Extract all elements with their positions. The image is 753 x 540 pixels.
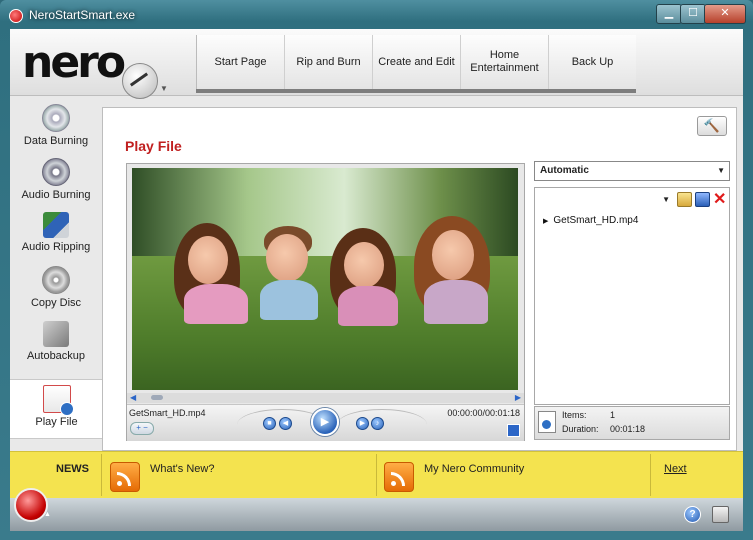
help-icon[interactable]: ? (684, 506, 701, 523)
play-indicator-icon: ▶ (543, 218, 549, 225)
sidebar-item-label: Copy Disc (30, 297, 82, 309)
items-label: Items: (562, 410, 587, 420)
stop-icon[interactable]: ■ (263, 417, 276, 430)
nav-home-entertainment[interactable]: Home Entertainment (460, 35, 548, 89)
output-mode-select[interactable]: Automatic ▼ (534, 161, 730, 181)
whats-new-link[interactable]: What's New? (150, 463, 214, 475)
sidebar-item-data-burning[interactable]: Data Burning (10, 99, 102, 153)
header: nero ▼ Start Page Rip and Burn Create an… (10, 29, 743, 99)
bottom-bar: ▲ ? (10, 488, 743, 531)
copy-disc-icon (42, 266, 70, 294)
news-divider (650, 454, 651, 496)
settings-computer-icon[interactable] (712, 506, 729, 523)
seek-thumb[interactable] (151, 395, 163, 400)
previous-icon[interactable]: ◀ (279, 417, 292, 430)
playlist-info: Items: 1 Duration: 00:01:18 (534, 406, 730, 440)
media-player: ◀ ▶ GetSmart_HD.mp4 00:00:00/00:01:18 + … (126, 163, 525, 441)
playlist-item-label: GetSmart_HD.mp4 (553, 215, 639, 226)
news-divider (101, 454, 102, 496)
page-title: Play File (125, 138, 182, 154)
sidebar-item-copy-disc[interactable]: Copy Disc (10, 261, 102, 315)
window-title: NeroStartSmart.exe (29, 8, 136, 22)
sidebar-item-label: Data Burning (23, 135, 89, 147)
play-file-icon (42, 385, 74, 416)
main-nav: Start Page Rip and Burn Create and Edit … (196, 35, 636, 93)
chevron-down-icon: ▼ (717, 166, 725, 175)
maximize-button[interactable]: ☐ (680, 4, 706, 24)
current-file-name: GetSmart_HD.mp4 (129, 408, 206, 418)
hammer-icon[interactable]: 🔨 (697, 116, 727, 136)
playlist-toolbar: ▼ ✕ (662, 192, 726, 208)
sidebar: Data Burning Audio Burning Audio Ripping… (10, 95, 103, 451)
playlist: ▼ ✕ ▶ GetSmart_HD.mp4 (534, 187, 730, 405)
playlist-item[interactable]: ▶ GetSmart_HD.mp4 (543, 215, 638, 226)
rss-icon[interactable] (384, 462, 414, 492)
autobackup-icon (43, 321, 69, 347)
sidebar-item-label: Audio Ripping (21, 241, 91, 253)
fullscreen-icon[interactable] (507, 424, 520, 437)
output-mode-value: Automatic (540, 165, 589, 176)
next-link[interactable]: Next (664, 463, 687, 475)
seek-forward-icon[interactable]: ▶ (515, 393, 521, 402)
sidebar-item-play-file[interactable]: Play File (10, 379, 103, 439)
nero-home-button[interactable] (14, 488, 48, 522)
sidebar-item-audio-burning[interactable]: Audio Burning (10, 153, 102, 207)
audio-disc-icon (42, 158, 70, 186)
video-display[interactable] (132, 168, 518, 390)
player-controls: GetSmart_HD.mp4 00:00:00/00:01:18 + − ■ … (127, 404, 524, 441)
minimize-button[interactable]: ▁ (656, 4, 682, 24)
nav-rip-and-burn[interactable]: Rip and Burn (284, 35, 372, 89)
chevron-up-icon[interactable]: ▲ (44, 511, 51, 518)
volume-icon[interactable]: ♪ (371, 417, 384, 430)
sidebar-item-label: Autobackup (26, 350, 86, 362)
close-button[interactable]: ✕ (704, 4, 746, 24)
sidebar-item-autobackup[interactable]: Autobackup (10, 316, 102, 370)
news-label: NEWS (56, 463, 89, 475)
startsmart-dial-icon[interactable] (122, 63, 158, 99)
playlist-menu-icon[interactable]: ▼ (662, 195, 670, 204)
media-file-icon (538, 411, 556, 433)
sidebar-item-label: Audio Burning (21, 189, 91, 201)
sidebar-item-audio-ripping[interactable]: Audio Ripping (10, 207, 102, 261)
title-bar[interactable]: NeroStartSmart.exe ▁ ☐ ✕ (0, 0, 753, 28)
seek-bar[interactable]: ◀ ▶ (127, 393, 524, 403)
zoom-control[interactable]: + − (130, 422, 154, 435)
dial-arrow-icon[interactable]: ▼ (160, 84, 168, 93)
nav-create-and-edit[interactable]: Create and Edit (372, 35, 460, 89)
play-button[interactable]: ▶ (311, 408, 339, 436)
duration-label: Duration: (562, 424, 599, 434)
rss-icon[interactable] (110, 462, 140, 492)
application-window: NeroStartSmart.exe ▁ ☐ ✕ nero ▼ Start Pa… (0, 0, 753, 540)
seek-back-icon[interactable]: ◀ (130, 393, 136, 402)
duration-value: 00:01:18 (610, 424, 646, 434)
audio-ripping-icon (43, 212, 69, 238)
news-bar: NEWS What's New? My Nero Community Next (10, 451, 743, 498)
nero-app-icon (9, 9, 23, 23)
add-file-icon[interactable] (677, 192, 692, 207)
nero-community-link[interactable]: My Nero Community (424, 463, 524, 475)
nav-back-up[interactable]: Back Up (548, 35, 636, 89)
client-area: nero ▼ Start Page Rip and Burn Create an… (10, 29, 743, 531)
sidebar-item-label: Play File (35, 416, 78, 428)
next-icon[interactable]: ▶ (356, 417, 369, 430)
items-value: 1 (610, 410, 616, 420)
nav-start-page[interactable]: Start Page (196, 35, 284, 89)
play-file-panel: 🔨 Play File ◀ ▶ GetSmart_HD.mp4 00:00:00… (102, 107, 737, 451)
playback-time: 00:00:00/00:01:18 (447, 408, 520, 418)
delete-icon[interactable]: ✕ (713, 192, 726, 208)
news-divider (376, 454, 377, 496)
data-disc-icon (42, 104, 70, 132)
nero-logo: nero (22, 37, 126, 88)
save-icon[interactable] (695, 192, 710, 207)
